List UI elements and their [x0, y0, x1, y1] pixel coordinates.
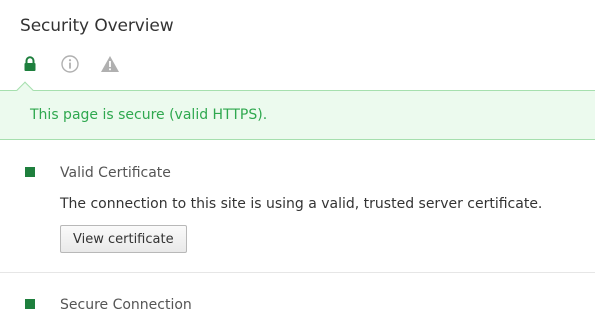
lock-icon	[24, 56, 36, 71]
certificate-section-title: Valid Certificate	[60, 165, 171, 181]
certificate-status-indicator	[25, 167, 35, 177]
icon-tab-bar	[0, 50, 595, 90]
view-certificate-button[interactable]: View certificate	[60, 225, 187, 253]
connection-section: Secure Connection	[0, 274, 595, 335]
certificate-section-description: The connection to this site is using a v…	[60, 196, 543, 212]
certificate-section: Valid Certificate The connection to this…	[0, 141, 595, 273]
connection-section-title: Secure Connection	[60, 297, 192, 313]
info-icon	[61, 55, 79, 73]
connection-status-indicator	[25, 299, 35, 309]
tab-secure[interactable]	[18, 52, 42, 76]
security-panel: Security Overview This page is secure (v…	[0, 0, 595, 335]
page-title: Security Overview	[20, 16, 174, 36]
tab-warning[interactable]	[98, 52, 122, 76]
tab-info[interactable]	[58, 52, 82, 76]
warning-icon	[101, 56, 119, 72]
security-status-text: This page is secure (valid HTTPS).	[30, 107, 268, 123]
security-status-banner: This page is secure (valid HTTPS).	[0, 81, 595, 140]
